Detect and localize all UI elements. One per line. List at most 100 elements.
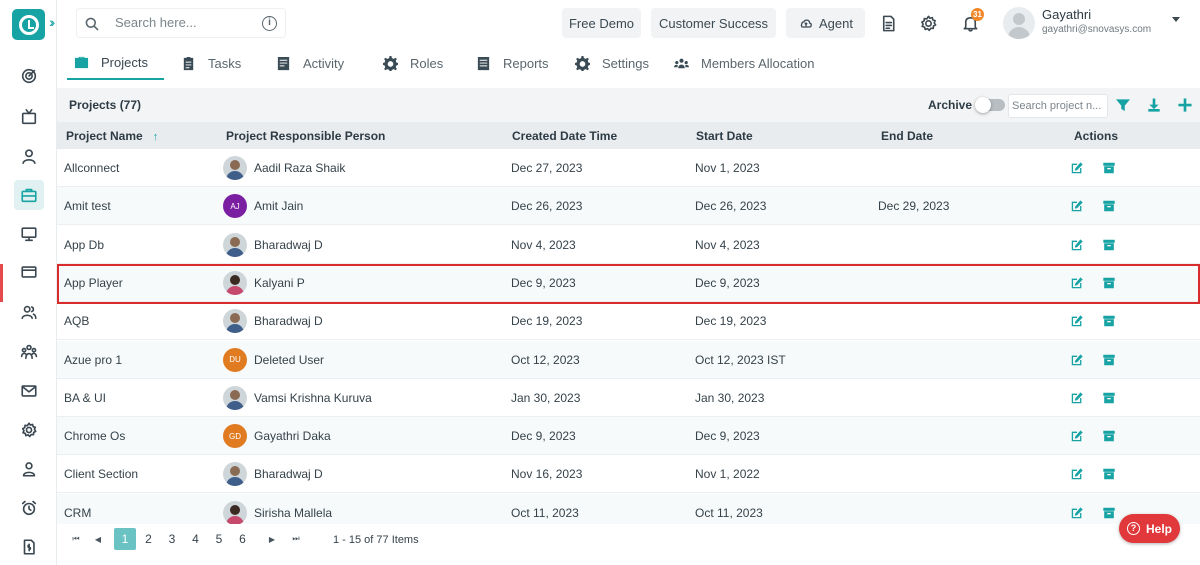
customer-success-button[interactable]: Customer Success: [651, 8, 776, 38]
page-3[interactable]: 3: [161, 528, 183, 550]
app-logo[interactable]: [12, 9, 45, 40]
archive-button[interactable]: [1102, 467, 1116, 481]
edit-button[interactable]: [1070, 314, 1084, 328]
gear-icon: [383, 55, 398, 71]
tab-activity[interactable]: Activity: [276, 46, 344, 80]
col-end-date[interactable]: End Date: [881, 129, 933, 143]
sidebar-item-tv[interactable]: [14, 102, 44, 132]
sidebar-item-account[interactable]: [14, 454, 44, 484]
first-page-icon[interactable]: ⏮: [65, 528, 87, 550]
edit-button[interactable]: [1070, 429, 1084, 443]
tab-roles[interactable]: Roles: [383, 46, 443, 80]
project-name[interactable]: CRM: [64, 506, 91, 520]
table-row[interactable]: AQB Bharadwaj D Dec 19, 2023 Dec 19, 2023: [57, 302, 1200, 341]
info-icon[interactable]: i: [262, 16, 277, 31]
archive-button[interactable]: [1102, 238, 1116, 252]
next-page-icon[interactable]: ▶: [261, 528, 283, 550]
notifications-button[interactable]: 31: [957, 8, 984, 36]
table-row[interactable]: BA & UI Vamsi Krishna Kuruva Jan 30, 2023 J…: [57, 379, 1200, 417]
sidebar-item-settings[interactable]: [14, 415, 44, 445]
project-name[interactable]: App Player: [64, 276, 123, 290]
tab-tasks[interactable]: Tasks: [181, 46, 241, 80]
search-input[interactable]: [115, 15, 255, 30]
project-name[interactable]: Client Section: [64, 467, 138, 481]
edit-button[interactable]: [1070, 467, 1084, 481]
project-name[interactable]: Azue pro 1: [64, 353, 122, 367]
archive-button[interactable]: [1102, 353, 1116, 367]
archive-button[interactable]: [1102, 276, 1116, 290]
archive-button[interactable]: [1102, 199, 1116, 213]
user-menu-caret-icon[interactable]: [1172, 17, 1180, 22]
table-row[interactable]: App Db Bharadwaj D Nov 4, 2023 Nov 4, 2023: [57, 226, 1200, 264]
last-page-icon[interactable]: ⏭: [285, 528, 307, 550]
sort-asc-icon[interactable]: ↑: [153, 131, 159, 143]
project-name[interactable]: AQB: [64, 314, 89, 328]
edit-button[interactable]: [1070, 238, 1084, 252]
project-name[interactable]: Amit test: [64, 199, 111, 213]
edit-button[interactable]: [1070, 506, 1084, 520]
archive-button[interactable]: [1102, 391, 1116, 405]
sidebar-item-dashboard[interactable]: [14, 61, 44, 91]
page-1[interactable]: 1: [114, 528, 136, 550]
sidebar-item-users[interactable]: [14, 297, 44, 327]
sidebar-item-profile[interactable]: [14, 141, 44, 171]
user-avatar[interactable]: [1003, 7, 1035, 39]
activity-icon: [277, 56, 290, 70]
archive-button[interactable]: [1102, 429, 1116, 443]
table-row[interactable]: Chrome Os GD Gayathri Daka Dec 9, 2023 Dec 9…: [57, 417, 1200, 456]
tab-projects[interactable]: Projects: [67, 46, 164, 80]
edit-button[interactable]: [1070, 353, 1084, 367]
sidebar-item-monitor[interactable]: [14, 219, 44, 249]
filter-button[interactable]: [1115, 97, 1131, 113]
edit-button[interactable]: [1070, 199, 1084, 213]
col-responsible-person[interactable]: Project Responsible Person: [226, 129, 385, 143]
global-search[interactable]: i: [76, 8, 286, 38]
table-row[interactable]: Azue pro 1 DU Deleted User Oct 12, 2023 Oct …: [57, 340, 1200, 379]
document-button[interactable]: [875, 10, 901, 36]
download-button[interactable]: [1146, 97, 1162, 113]
tab-members-allocation[interactable]: Members Allocation: [674, 46, 814, 80]
page-6[interactable]: 6: [232, 528, 254, 550]
edit-button[interactable]: [1070, 276, 1084, 290]
free-demo-button[interactable]: Free Demo: [562, 8, 641, 38]
project-name[interactable]: BA & UI: [64, 391, 106, 405]
prev-page-icon[interactable]: ◀: [87, 528, 109, 550]
table-row[interactable]: Client Section Bharadwaj D Nov 16, 2023 Nov…: [57, 455, 1200, 494]
project-name[interactable]: App Db: [64, 238, 104, 252]
page-4[interactable]: 4: [185, 528, 207, 550]
settings-button[interactable]: [915, 10, 941, 36]
archive-toggle[interactable]: [975, 97, 1005, 113]
col-project-name[interactable]: Project Name ↑: [66, 129, 158, 143]
expand-sidebar-icon[interactable]: ››: [49, 14, 56, 30]
col-created-date[interactable]: Created Date Time: [512, 129, 617, 143]
page-5[interactable]: 5: [208, 528, 230, 550]
sidebar-item-projects[interactable]: [14, 180, 44, 210]
agent-button[interactable]: Agent: [786, 8, 865, 38]
created-date: Oct 12, 2023: [511, 352, 580, 367]
edit-button[interactable]: [1070, 161, 1084, 175]
table-row[interactable]: Amit test AJ Amit Jain Dec 26, 2023 Dec 26, …: [57, 187, 1200, 226]
start-date: Dec 9, 2023: [695, 429, 760, 444]
sidebar-item-alarm[interactable]: [14, 493, 44, 523]
project-name[interactable]: Allconnect: [64, 161, 119, 175]
col-start-date[interactable]: Start Date: [696, 129, 753, 143]
tab-settings[interactable]: Settings: [575, 46, 649, 80]
project-name[interactable]: Chrome Os: [64, 429, 125, 443]
page-2[interactable]: 2: [138, 528, 160, 550]
archive-button[interactable]: [1102, 161, 1116, 175]
add-project-button[interactable]: [1177, 97, 1193, 113]
project-search-input[interactable]: [1009, 95, 1105, 117]
archive-button[interactable]: [1102, 506, 1116, 520]
sidebar-item-invoices[interactable]: [14, 532, 44, 562]
tab-reports[interactable]: Reports: [476, 46, 549, 80]
table-row[interactable]: App Player Kalyani P Dec 9, 2023 Dec 9, 202…: [57, 263, 1200, 302]
project-search[interactable]: [1008, 94, 1108, 118]
archive-button[interactable]: [1102, 314, 1116, 328]
sidebar-item-billing[interactable]: [14, 257, 44, 287]
sidebar-item-mail[interactable]: [14, 376, 44, 406]
sidebar-item-teams[interactable]: [14, 337, 44, 367]
table-row[interactable]: Allconnect Aadil Raza Shaik Dec 27, 2023 No…: [57, 149, 1200, 187]
edit-button[interactable]: [1070, 391, 1084, 405]
agent-button-label: Agent: [819, 15, 853, 31]
help-button[interactable]: ? Help: [1119, 514, 1180, 543]
